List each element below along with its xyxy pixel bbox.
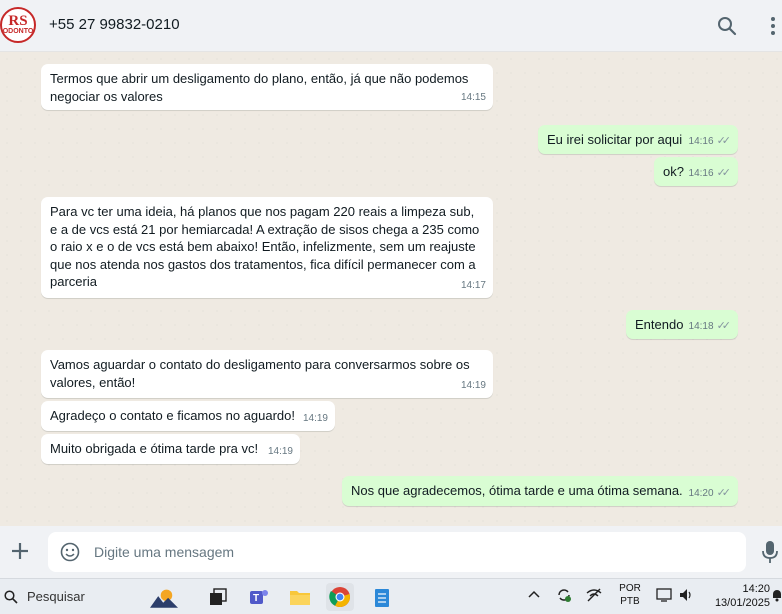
plus-icon[interactable]: [8, 539, 32, 563]
message-meta: 14:19: [461, 377, 486, 395]
message-text: Nos que agradecemos, ótima tarde e uma ó…: [351, 483, 683, 498]
taskbar-search[interactable]: Pesquisar: [0, 579, 150, 614]
message-text: Vamos aguardar o contato do desligamento…: [50, 357, 470, 390]
message-time: 14:16: [688, 167, 714, 179]
message-time: 14:19: [267, 445, 293, 457]
language-line-1: POR: [619, 583, 641, 594]
message-time: 14:17: [460, 279, 486, 291]
contact-avatar[interactable]: RS ODONTO: [0, 7, 36, 43]
message-input-wrapper: [48, 532, 746, 572]
chevron-up-icon[interactable]: [528, 589, 540, 602]
read-receipt-icon: ✓✓: [716, 134, 732, 147]
message-meta: 14:20 ✓✓: [688, 485, 732, 503]
message-time: 14:19: [460, 379, 486, 391]
emoji-icon[interactable]: [60, 542, 80, 562]
message-bubble-incoming[interactable]: Agradeço o contato e ficamos no aguardo!…: [41, 401, 335, 431]
message-composer: [0, 526, 782, 578]
network-icon[interactable]: [586, 587, 602, 606]
message-bubble-outgoing[interactable]: ok? 14:16 ✓✓: [654, 157, 738, 186]
message-meta: 14:19: [268, 443, 293, 461]
display-icon[interactable]: [656, 587, 672, 606]
contact-name[interactable]: +55 27 99832-0210: [49, 16, 180, 33]
message-meta: 14:16 ✓✓: [688, 133, 732, 151]
mic-icon[interactable]: [760, 540, 780, 564]
taskbar-clock[interactable]: 14:20 13/01/2025: [706, 582, 770, 610]
message-text: Para vc ter uma ideia, há planos que nos…: [50, 204, 480, 289]
message-meta: 14:15: [461, 89, 486, 107]
message-meta: 14:19: [303, 410, 328, 428]
clock-time: 14:20: [742, 583, 770, 595]
message-bubble-incoming[interactable]: Para vc ter uma ideia, há planos que nos…: [41, 197, 493, 298]
notification-bell-icon[interactable]: [772, 588, 782, 605]
language-line-2: PTB: [620, 596, 640, 607]
message-bubble-incoming[interactable]: Vamos aguardar o contato do desligamento…: [41, 350, 493, 398]
notepad-icon[interactable]: [368, 583, 396, 611]
message-text: Agradeço o contato e ficamos no aguardo!: [50, 408, 295, 423]
widgets-icon[interactable]: [150, 583, 178, 611]
search-icon[interactable]: [714, 13, 740, 39]
svg-text:T: T: [253, 593, 259, 604]
message-input[interactable]: [94, 532, 734, 572]
avatar-logo-subtext: ODONTO: [2, 28, 34, 35]
message-list[interactable]: Termos que abrir um desligamento do plan…: [0, 52, 782, 526]
message-time: 14:15: [460, 91, 486, 103]
volume-icon[interactable]: [678, 587, 694, 606]
clock-date: 13/01/2025: [714, 597, 770, 609]
message-time: 14:19: [302, 412, 328, 424]
avatar-logo-text: RS: [8, 13, 28, 29]
message-time: 14:16: [688, 135, 714, 147]
read-receipt-icon: ✓✓: [716, 319, 732, 332]
chat-header: RS ODONTO +55 27 99832-0210: [0, 0, 782, 52]
message-text: Muito obrigada e ótima tarde pra vc!: [50, 441, 259, 456]
taskbar-search-icon: [4, 590, 18, 604]
language-indicator[interactable]: POR PTB: [618, 582, 642, 608]
task-view-icon[interactable]: [204, 583, 232, 611]
message-meta: 14:17: [461, 277, 486, 295]
message-bubble-incoming[interactable]: Termos que abrir um desligamento do plan…: [41, 64, 493, 110]
message-meta: 14:16 ✓✓: [688, 165, 732, 183]
taskbar-search-label: Pesquisar: [27, 589, 85, 604]
read-receipt-icon: ✓✓: [716, 486, 732, 499]
message-bubble-outgoing[interactable]: Entendo 14:18 ✓✓: [626, 310, 738, 339]
message-text: Termos que abrir um desligamento do plan…: [50, 71, 469, 104]
sync-icon[interactable]: [556, 587, 572, 606]
read-receipt-icon: ✓✓: [716, 166, 732, 179]
message-time: 14:18: [688, 320, 714, 332]
message-time: 14:20: [688, 487, 714, 499]
message-bubble-outgoing[interactable]: Nos que agradecemos, ótima tarde e uma ó…: [342, 476, 738, 506]
chrome-icon[interactable]: [326, 583, 354, 611]
file-explorer-icon[interactable]: [286, 583, 314, 611]
teams-icon[interactable]: T: [245, 583, 273, 611]
windows-taskbar: Pesquisar T POR PTB 14:20 13/01/2025: [0, 578, 782, 614]
menu-icon[interactable]: [760, 13, 782, 39]
message-meta: 14:18 ✓✓: [688, 318, 732, 336]
message-bubble-outgoing[interactable]: Eu irei solicitar por aqui 14:16 ✓✓: [538, 125, 738, 154]
message-bubble-incoming[interactable]: Muito obrigada e ótima tarde pra vc! 14:…: [41, 434, 300, 464]
